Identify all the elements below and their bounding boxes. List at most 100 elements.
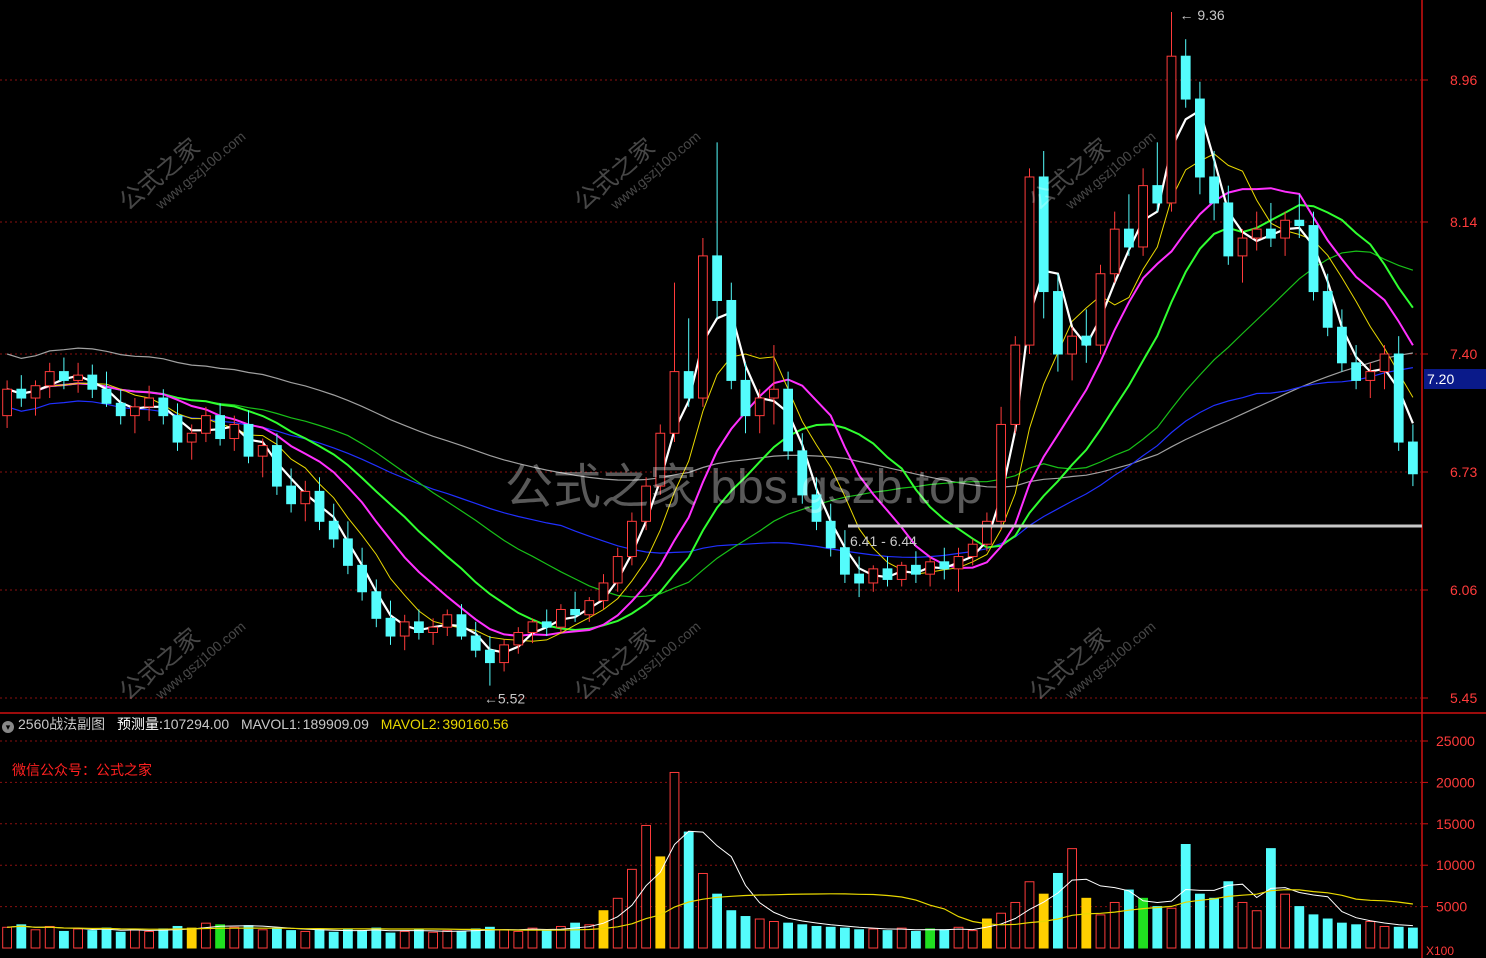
volume-bar bbox=[385, 932, 396, 949]
candle bbox=[243, 410, 254, 464]
forecast-value: 107294.00 bbox=[162, 716, 230, 732]
indicator-header: ▾ 2560战法副图 预测量:107294.00 MAVOL1: 189909.09… bbox=[0, 713, 1420, 735]
candle-body bbox=[1294, 219, 1305, 227]
volume-bar bbox=[740, 916, 751, 949]
candle-body bbox=[882, 568, 893, 580]
candle-body bbox=[1109, 228, 1120, 275]
volume-bar bbox=[1223, 881, 1234, 949]
candle-body bbox=[115, 402, 126, 417]
volume-bar bbox=[257, 929, 268, 949]
candle-body bbox=[1081, 335, 1092, 346]
volume-bar bbox=[754, 918, 765, 949]
candle bbox=[996, 406, 1007, 531]
ma10-line bbox=[6, 153, 1414, 642]
candle-body bbox=[513, 631, 524, 646]
volume-bar bbox=[541, 930, 552, 949]
candle bbox=[200, 406, 211, 443]
volume-bar bbox=[1166, 907, 1177, 949]
center-watermark: 公式之家 bbs.gszb.top bbox=[505, 461, 983, 514]
candle bbox=[2, 380, 13, 428]
candle-body bbox=[271, 445, 282, 487]
candle bbox=[1209, 151, 1220, 221]
candle-body bbox=[16, 388, 27, 399]
volume-bar bbox=[967, 930, 978, 949]
candle bbox=[328, 503, 339, 548]
volume-bar bbox=[1180, 844, 1191, 949]
candle-body bbox=[868, 568, 879, 584]
candle-body bbox=[854, 573, 865, 584]
volume-bar bbox=[1209, 897, 1220, 949]
volume-bar bbox=[1194, 893, 1205, 949]
volume-bar bbox=[413, 929, 424, 949]
candle bbox=[1379, 345, 1390, 390]
candle-body bbox=[697, 255, 708, 399]
volume-bar bbox=[570, 922, 581, 949]
candle-body bbox=[229, 423, 240, 440]
volume-bar bbox=[811, 925, 822, 949]
volume-bar bbox=[726, 910, 737, 949]
volume-bar bbox=[428, 931, 439, 949]
candle bbox=[513, 627, 524, 654]
candle-body bbox=[1095, 273, 1106, 346]
candle-body bbox=[839, 547, 850, 575]
price-tick-label: 7.40 bbox=[1450, 346, 1477, 362]
candle-body bbox=[144, 397, 155, 408]
volume-bar bbox=[1138, 897, 1149, 949]
candle bbox=[1251, 211, 1262, 251]
candle bbox=[73, 362, 84, 393]
price-tick-label: 8.14 bbox=[1450, 214, 1477, 230]
range-label: 6.41 - 6.44 bbox=[850, 533, 917, 549]
volume-bar bbox=[683, 831, 694, 949]
candle-body bbox=[314, 490, 325, 522]
candle-body bbox=[442, 614, 453, 628]
volume-bar bbox=[1010, 901, 1021, 949]
candle-body bbox=[953, 556, 964, 570]
candle-body bbox=[243, 423, 254, 457]
candle-body bbox=[726, 299, 737, 381]
indicator-name[interactable]: 2560战法副图 bbox=[18, 716, 105, 732]
volume-bar bbox=[30, 929, 41, 949]
candle bbox=[1393, 336, 1404, 451]
volume-bar bbox=[470, 928, 481, 949]
candle-body bbox=[456, 614, 467, 637]
volume-bar bbox=[598, 910, 609, 949]
volume-bar bbox=[1308, 914, 1319, 949]
candle-body bbox=[300, 490, 311, 505]
volume-bar bbox=[399, 930, 410, 949]
indicator-menu-icon[interactable]: ▾ bbox=[2, 721, 14, 733]
candle bbox=[868, 565, 879, 592]
candle bbox=[527, 618, 538, 644]
candle-body bbox=[44, 371, 55, 387]
volume-bar bbox=[1336, 922, 1347, 949]
candle-body bbox=[1265, 228, 1276, 239]
candle-body bbox=[1138, 185, 1149, 248]
candle bbox=[257, 438, 268, 478]
volume-bar bbox=[328, 931, 339, 949]
candle-body bbox=[740, 379, 751, 417]
candle-body bbox=[598, 582, 609, 602]
candle bbox=[1407, 424, 1418, 487]
candle-body bbox=[1166, 55, 1177, 204]
volume-bar bbox=[896, 927, 907, 949]
candle bbox=[172, 403, 183, 451]
candle-body bbox=[1067, 335, 1078, 355]
volume-bar bbox=[697, 872, 708, 949]
volume-bar bbox=[939, 929, 950, 949]
candle bbox=[357, 547, 368, 601]
candle-body bbox=[129, 406, 140, 417]
mavol1-value: 189909.09 bbox=[302, 716, 369, 732]
volume-bar bbox=[1265, 848, 1276, 949]
candle bbox=[1067, 327, 1078, 381]
volume-bar bbox=[527, 927, 538, 949]
price-tick-label: 8.96 bbox=[1450, 72, 1477, 88]
volume-bar bbox=[953, 926, 964, 949]
volume-bar bbox=[87, 930, 98, 949]
candle-body bbox=[1194, 98, 1205, 178]
candle bbox=[1237, 229, 1248, 283]
current-price-tag: 7.20 bbox=[1424, 369, 1486, 389]
volume-bar bbox=[101, 927, 112, 949]
candle-body bbox=[484, 649, 495, 664]
candle bbox=[882, 556, 893, 587]
candle-body bbox=[413, 621, 424, 633]
volume-bar bbox=[513, 930, 524, 949]
